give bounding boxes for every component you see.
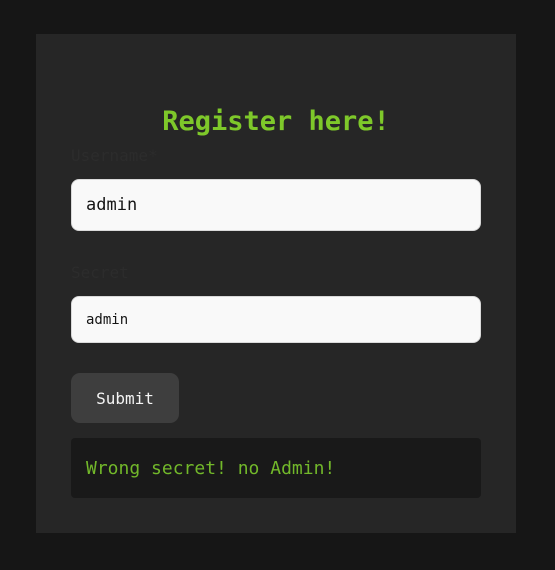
error-message: Wrong secret! no Admin! (71, 438, 481, 498)
username-input[interactable]: admin (71, 179, 481, 231)
secret-label: Secret (71, 263, 129, 282)
register-card: Register here! Username* admin Secret ad… (36, 34, 516, 533)
error-message-text: Wrong secret! no Admin! (86, 457, 336, 479)
secret-input[interactable]: admin (71, 296, 481, 343)
secret-value: admin (86, 311, 129, 328)
username-value: admin (86, 195, 138, 215)
username-label: Username* (71, 146, 158, 165)
page-title: Register here! (162, 106, 390, 137)
submit-button[interactable]: Submit (71, 373, 179, 423)
